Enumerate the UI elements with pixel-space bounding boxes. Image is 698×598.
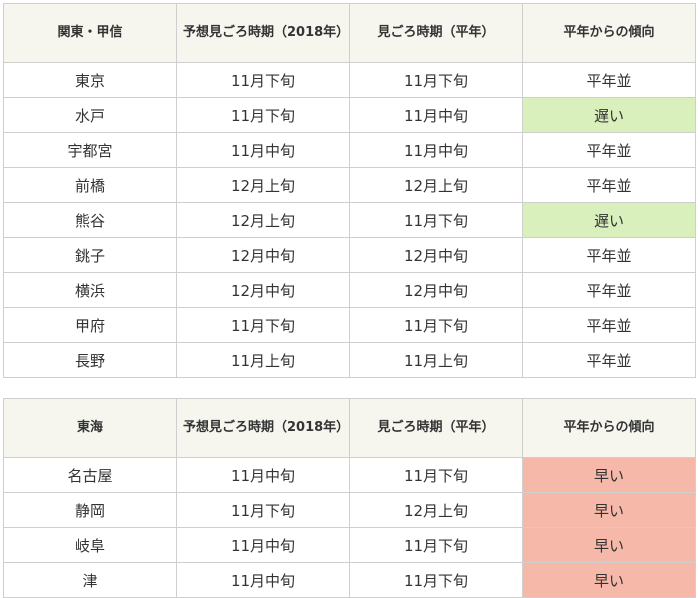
kanto-koshin-table: 関東・甲信 予想見ごろ時期（2018年） 見ごろ時期（平年） 平年からの傾向 東…	[3, 3, 696, 378]
forecast-cell: 12月上旬	[176, 167, 350, 203]
region-header: 関東・甲信	[3, 3, 177, 63]
trend-cell-late: 遅い	[522, 202, 696, 238]
table-row: 名古屋 11月中旬 11月下旬 早い	[3, 457, 696, 493]
forecast-cell: 11月下旬	[176, 97, 350, 133]
trend-cell-early: 早い	[522, 492, 696, 528]
trend-header: 平年からの傾向	[522, 3, 696, 63]
normal-cell: 11月下旬	[349, 527, 523, 563]
city-cell: 岐阜	[3, 527, 177, 563]
normal-cell: 11月下旬	[349, 202, 523, 238]
normal-cell: 12月中旬	[349, 237, 523, 273]
city-cell: 熊谷	[3, 202, 177, 238]
normal-cell: 11月下旬	[349, 62, 523, 98]
table-row: 銚子 12月中旬 12月中旬 平年並	[3, 237, 696, 273]
normal-cell: 11月中旬	[349, 132, 523, 168]
table-row: 甲府 11月下旬 11月下旬 平年並	[3, 307, 696, 343]
normal-cell: 11月下旬	[349, 307, 523, 343]
normal-cell: 11月上旬	[349, 342, 523, 378]
forecast-cell: 11月中旬	[176, 132, 350, 168]
trend-cell-early: 早い	[522, 457, 696, 493]
region-header: 東海	[3, 398, 177, 458]
trend-header: 平年からの傾向	[522, 398, 696, 458]
trend-cell: 平年並	[522, 132, 696, 168]
trend-cell-early: 早い	[522, 562, 696, 598]
normal-cell: 12月中旬	[349, 272, 523, 308]
table-row: 東京 11月下旬 11月下旬 平年並	[3, 62, 696, 98]
table-row: 静岡 11月下旬 12月上旬 早い	[3, 492, 696, 528]
city-cell: 銚子	[3, 237, 177, 273]
table-row: 前橋 12月上旬 12月上旬 平年並	[3, 167, 696, 203]
city-cell: 水戸	[3, 97, 177, 133]
trend-cell-late: 遅い	[522, 97, 696, 133]
trend-cell: 平年並	[522, 307, 696, 343]
forecast-cell: 11月下旬	[176, 492, 350, 528]
city-cell: 長野	[3, 342, 177, 378]
forecast-cell: 11月下旬	[176, 62, 350, 98]
city-cell: 宇都宮	[3, 132, 177, 168]
page: 関東・甲信 予想見ごろ時期（2018年） 見ごろ時期（平年） 平年からの傾向 東…	[0, 0, 698, 598]
table-row: 横浜 12月中旬 12月中旬 平年並	[3, 272, 696, 308]
forecast-cell: 11月中旬	[176, 562, 350, 598]
trend-cell-early: 早い	[522, 527, 696, 563]
trend-cell: 平年並	[522, 62, 696, 98]
trend-cell: 平年並	[522, 342, 696, 378]
city-cell: 前橋	[3, 167, 177, 203]
city-cell: 甲府	[3, 307, 177, 343]
forecast-period-header: 予想見ごろ時期（2018年）	[176, 3, 350, 63]
normal-cell: 11月中旬	[349, 97, 523, 133]
forecast-cell: 12月中旬	[176, 272, 350, 308]
city-cell: 津	[3, 562, 177, 598]
tokai-table: 東海 予想見ごろ時期（2018年） 見ごろ時期（平年） 平年からの傾向 名古屋 …	[3, 398, 696, 598]
trend-cell: 平年並	[522, 272, 696, 308]
table-header-row: 関東・甲信 予想見ごろ時期（2018年） 見ごろ時期（平年） 平年からの傾向	[3, 3, 696, 63]
forecast-cell: 12月中旬	[176, 237, 350, 273]
forecast-period-header: 予想見ごろ時期（2018年）	[176, 398, 350, 458]
city-cell: 横浜	[3, 272, 177, 308]
normal-period-header: 見ごろ時期（平年）	[349, 3, 523, 63]
normal-cell: 11月下旬	[349, 457, 523, 493]
normal-period-header: 見ごろ時期（平年）	[349, 398, 523, 458]
normal-cell: 11月下旬	[349, 562, 523, 598]
trend-cell: 平年並	[522, 237, 696, 273]
forecast-cell: 11月上旬	[176, 342, 350, 378]
table-row: 熊谷 12月上旬 11月下旬 遅い	[3, 202, 696, 238]
normal-cell: 12月上旬	[349, 167, 523, 203]
forecast-cell: 12月上旬	[176, 202, 350, 238]
forecast-cell: 11月下旬	[176, 307, 350, 343]
forecast-cell: 11月中旬	[176, 527, 350, 563]
table-header-row: 東海 予想見ごろ時期（2018年） 見ごろ時期（平年） 平年からの傾向	[3, 398, 696, 458]
table-row: 岐阜 11月中旬 11月下旬 早い	[3, 527, 696, 563]
city-cell: 静岡	[3, 492, 177, 528]
city-cell: 東京	[3, 62, 177, 98]
table-row: 長野 11月上旬 11月上旬 平年並	[3, 342, 696, 378]
forecast-cell: 11月中旬	[176, 457, 350, 493]
normal-cell: 12月上旬	[349, 492, 523, 528]
city-cell: 名古屋	[3, 457, 177, 493]
table-row: 津 11月中旬 11月下旬 早い	[3, 562, 696, 598]
table-row: 水戸 11月下旬 11月中旬 遅い	[3, 97, 696, 133]
trend-cell: 平年並	[522, 167, 696, 203]
table-row: 宇都宮 11月中旬 11月中旬 平年並	[3, 132, 696, 168]
